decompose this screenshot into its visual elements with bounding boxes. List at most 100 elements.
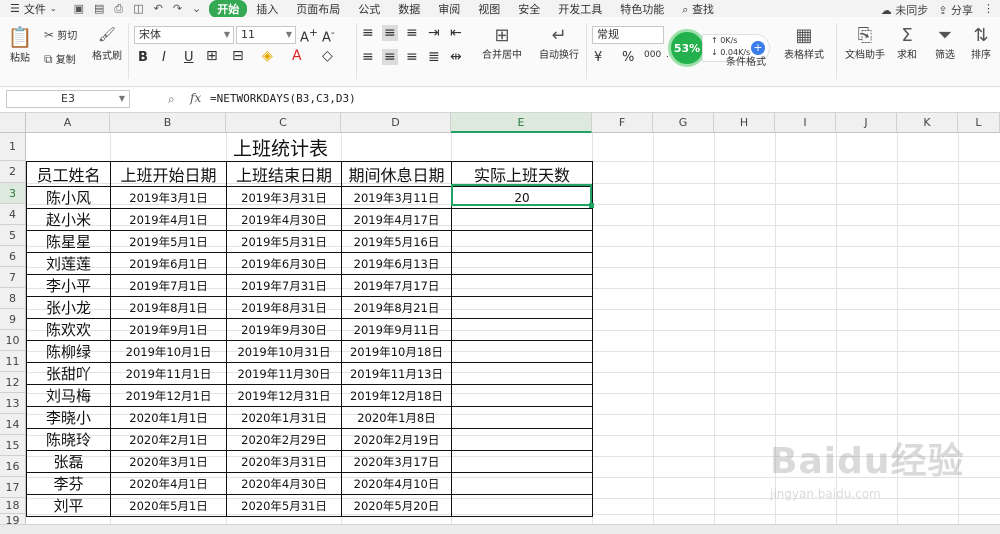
table-cell[interactable]: 2019年11月1日: [110, 362, 227, 385]
table-cell[interactable]: 李小平: [26, 274, 111, 297]
sheet-title[interactable]: 上班统计表: [110, 137, 451, 161]
fx-button[interactable]: fx: [190, 91, 201, 105]
table-cell[interactable]: 2019年9月30日: [226, 318, 342, 341]
table-cell[interactable]: 2020年5月20日: [341, 494, 452, 517]
table-cell[interactable]: 2019年8月21日: [341, 296, 452, 319]
search-button[interactable]: ⌕ 查找: [673, 1, 723, 17]
redo-icon[interactable]: ↷: [173, 2, 182, 16]
font-size-select[interactable]: 11 ▼: [236, 26, 296, 44]
table-cell[interactable]: 2019年5月31日: [226, 230, 342, 253]
table-cell[interactable]: 2019年10月31日: [226, 340, 342, 363]
table-cell[interactable]: 2019年12月18日: [341, 384, 452, 407]
table-cell[interactable]: 2020年1月31日: [226, 406, 342, 429]
table-cell[interactable]: [451, 340, 593, 363]
table-cell[interactable]: 2019年9月11日: [341, 318, 452, 341]
table-cell[interactable]: 赵小米: [26, 208, 111, 231]
table-cell[interactable]: 2019年3月31日: [226, 186, 342, 209]
selected-cell-e3[interactable]: [451, 184, 594, 208]
table-cell[interactable]: 2019年9月1日: [110, 318, 227, 341]
table-cell[interactable]: [451, 318, 593, 341]
align-middle-icon[interactable]: ≡: [382, 25, 398, 41]
font-color-button[interactable]: A: [292, 48, 302, 64]
table-cell[interactable]: 2019年6月1日: [110, 252, 227, 275]
sync-status[interactable]: ☁ 未同步: [881, 2, 929, 18]
table-cell[interactable]: 李芬: [26, 472, 111, 495]
table-style-button[interactable]: ▦ 表格样式: [776, 25, 832, 61]
table-cell[interactable]: 2020年2月19日: [341, 428, 452, 451]
undo-icon[interactable]: ↶: [154, 2, 163, 16]
table-cell[interactable]: 2019年4月30日: [226, 208, 342, 231]
tab-2[interactable]: 页面布局: [287, 1, 349, 17]
table-cell[interactable]: 2019年11月13日: [341, 362, 452, 385]
column-header-l[interactable]: L: [958, 113, 1000, 133]
table-cell[interactable]: 2020年3月17日: [341, 450, 452, 473]
tab-9[interactable]: 特色功能: [611, 1, 673, 17]
align-center-icon[interactable]: ≡: [382, 49, 398, 65]
table-cell[interactable]: 2019年3月11日: [341, 186, 452, 209]
row-header-1[interactable]: 1: [0, 133, 26, 161]
table-cell[interactable]: 2019年6月30日: [226, 252, 342, 275]
table-cell[interactable]: 2020年4月1日: [110, 472, 227, 495]
header-cell[interactable]: 上班开始日期: [110, 161, 227, 187]
export-pdf-icon[interactable]: ▤: [94, 2, 104, 16]
column-header-c[interactable]: C: [226, 113, 341, 133]
table-cell[interactable]: 2020年3月1日: [110, 450, 227, 473]
percent-icon[interactable]: %: [622, 50, 634, 65]
column-header-g[interactable]: G: [653, 113, 714, 133]
header-cell[interactable]: 期间休息日期: [341, 161, 452, 187]
row-header-14[interactable]: 14: [0, 414, 26, 435]
table-cell[interactable]: 陈小风: [26, 186, 111, 209]
customize-icon[interactable]: ⌄: [192, 2, 201, 16]
table-cell[interactable]: [451, 230, 593, 253]
decrease-font-button[interactable]: A-: [322, 26, 335, 45]
row-header-15[interactable]: 15: [0, 435, 26, 456]
row-header-18[interactable]: 18: [0, 498, 26, 514]
row-header-5[interactable]: 5: [0, 225, 26, 246]
table-cell[interactable]: [451, 384, 593, 407]
save-icon[interactable]: ▣: [74, 2, 84, 16]
fill-handle[interactable]: [589, 203, 594, 208]
table-cell[interactable]: [451, 252, 593, 275]
justify-icon[interactable]: ≣: [428, 49, 440, 65]
row-header-12[interactable]: 12: [0, 372, 26, 393]
distribute-icon[interactable]: ⇹: [450, 49, 462, 65]
increase-font-button[interactable]: A+: [300, 26, 318, 45]
table-cell[interactable]: 2019年4月17日: [341, 208, 452, 231]
merge-center-button[interactable]: ⊞ 合并居中: [474, 25, 530, 61]
table-cell[interactable]: 张甜吖: [26, 362, 111, 385]
format-painter-button[interactable]: 🖌 格式刷: [90, 27, 124, 62]
row-header-2[interactable]: 2: [0, 161, 26, 183]
table-cell[interactable]: 2019年7月31日: [226, 274, 342, 297]
table-cell[interactable]: [451, 208, 593, 231]
sort-button[interactable]: ⇅ 排序: [966, 25, 996, 61]
paste-button[interactable]: 📋 粘贴: [6, 25, 34, 64]
select-all-corner[interactable]: [0, 113, 26, 133]
table-cell[interactable]: 2019年11月30日: [226, 362, 342, 385]
row-header-8[interactable]: 8: [0, 288, 26, 309]
column-header-j[interactable]: J: [836, 113, 897, 133]
table-cell[interactable]: 李晓小: [26, 406, 111, 429]
table-cell[interactable]: 2019年3月1日: [110, 186, 227, 209]
cut-button[interactable]: ✂ 剪切: [44, 27, 90, 42]
number-format-select[interactable]: 常规: [592, 26, 664, 44]
table-cell[interactable]: [451, 428, 593, 451]
table-cell[interactable]: 2019年6月13日: [341, 252, 452, 275]
table-cell[interactable]: 2019年5月1日: [110, 230, 227, 253]
column-header-i[interactable]: I: [775, 113, 836, 133]
align-right-icon[interactable]: ≡: [406, 49, 418, 65]
table-cell[interactable]: 2019年12月1日: [110, 384, 227, 407]
table-cell[interactable]: 刘莲莲: [26, 252, 111, 275]
filter-button[interactable]: ⏷ 筛选: [930, 25, 960, 61]
clear-format-icon[interactable]: ◇: [322, 48, 333, 64]
table-cell[interactable]: [451, 494, 593, 517]
table-cell[interactable]: 2019年7月1日: [110, 274, 227, 297]
row-header-11[interactable]: 11: [0, 351, 26, 372]
row-header-3[interactable]: 3: [0, 183, 26, 204]
font-name-select[interactable]: 宋体 ▼: [134, 26, 234, 44]
table-cell[interactable]: 2020年4月10日: [341, 472, 452, 495]
bold-button[interactable]: B: [138, 50, 148, 65]
column-header-b[interactable]: B: [110, 113, 226, 133]
align-top-icon[interactable]: ≡: [362, 25, 374, 41]
table-cell[interactable]: 2019年7月17日: [341, 274, 452, 297]
conditional-format-button[interactable]: 条件格式: [716, 45, 776, 68]
